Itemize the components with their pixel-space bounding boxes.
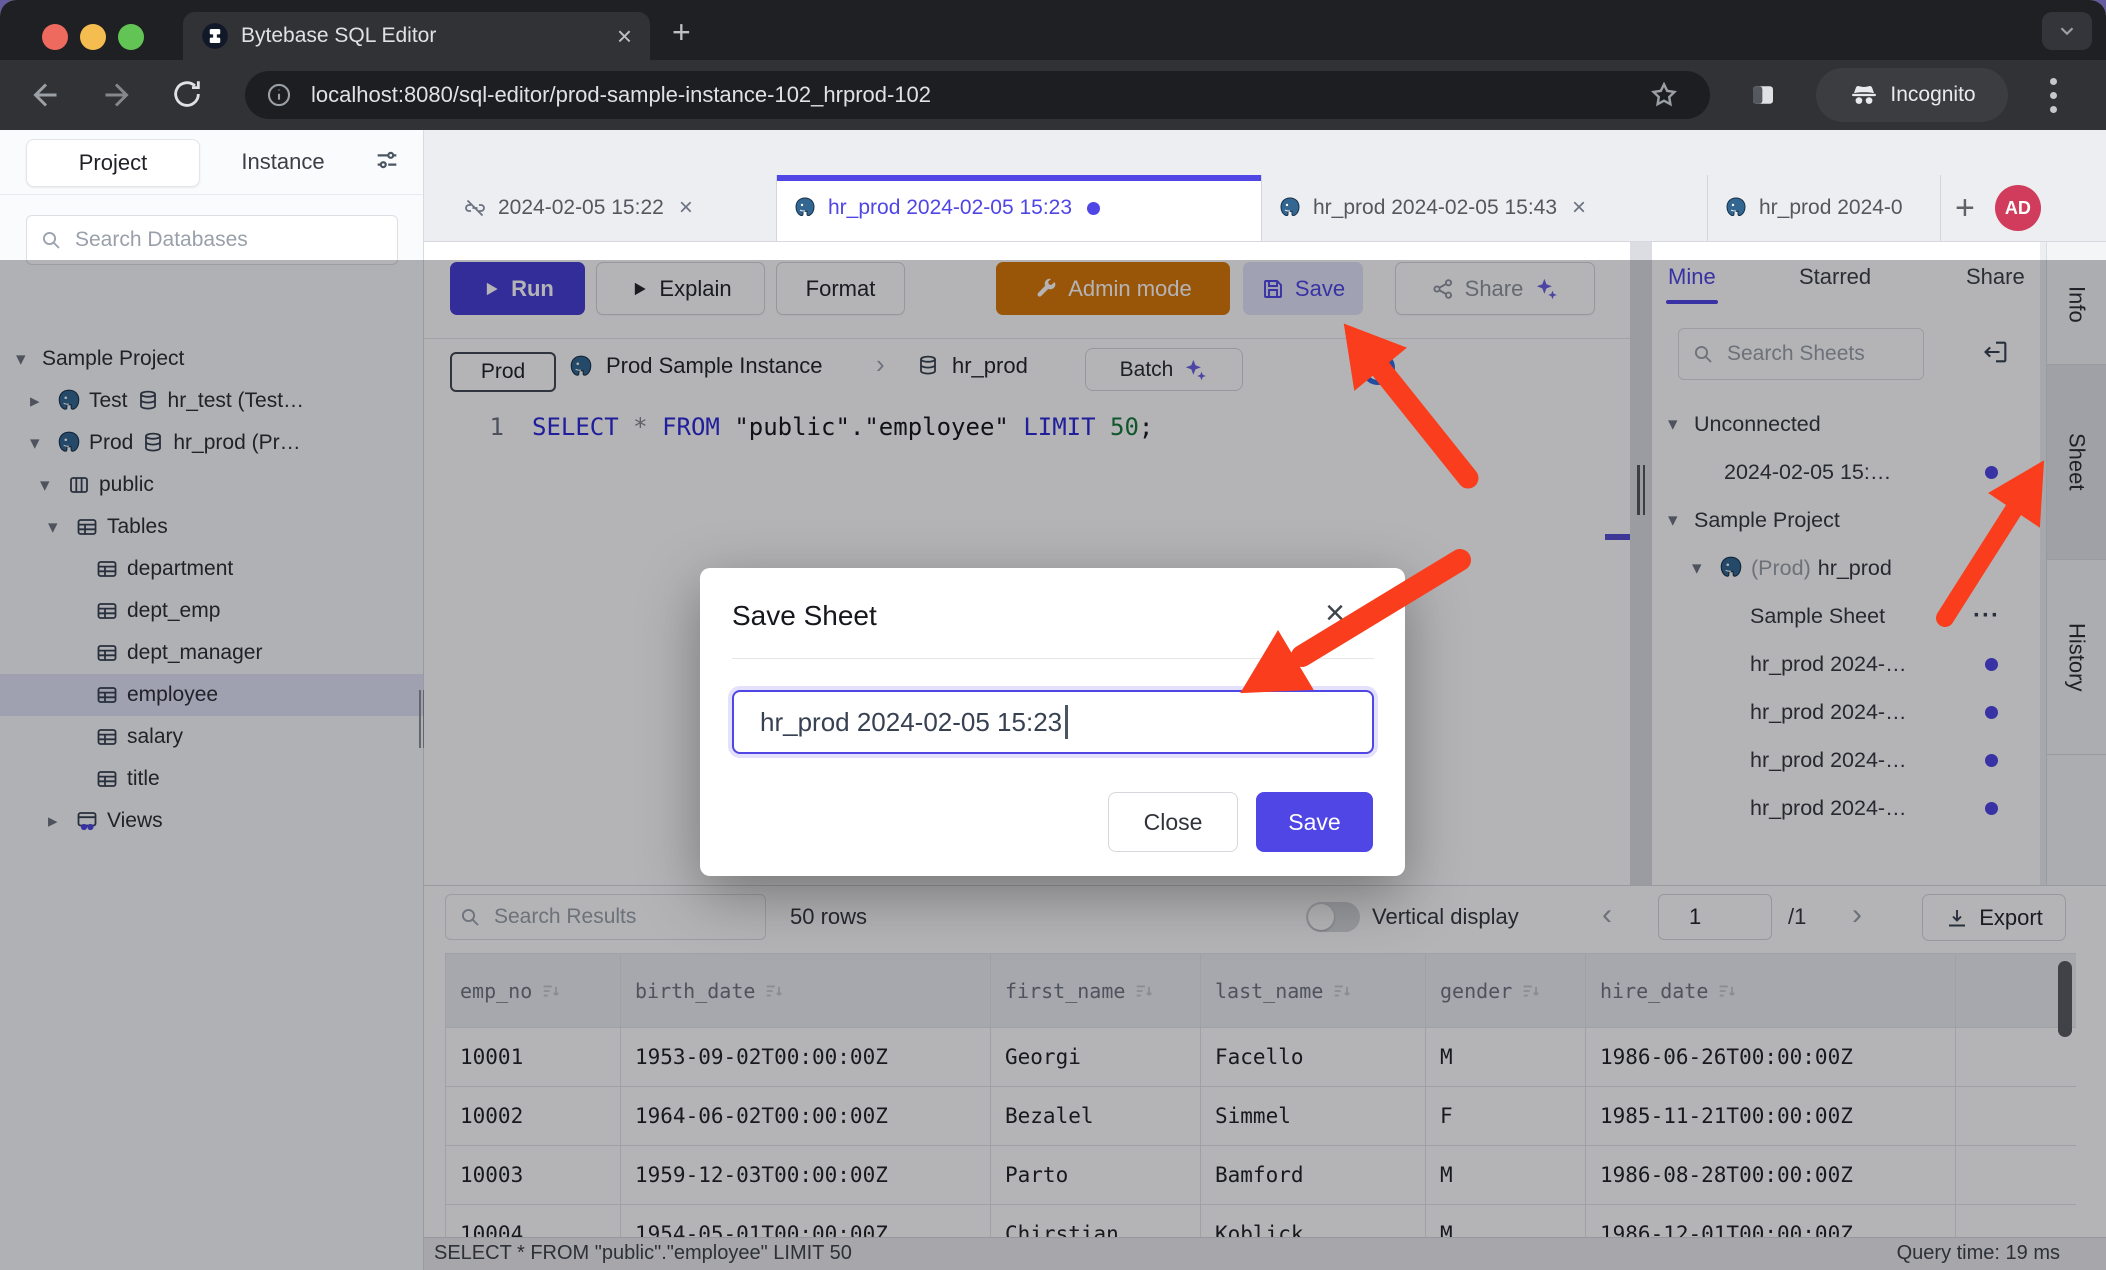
reload-button[interactable] (170, 77, 204, 116)
incognito-icon (1848, 79, 1880, 111)
incognito-label: Incognito (1890, 83, 1975, 107)
forward-arrow-icon (98, 77, 134, 113)
macos-minimize-button[interactable] (80, 24, 106, 50)
editor-tab-label: 2024-02-05 15:22 (498, 196, 664, 220)
dialog-close-icon[interactable]: × (1325, 594, 1345, 633)
side-panel-icon (1748, 80, 1778, 110)
editor-tab-label: hr_prod 2024-02-05 15:43 (1313, 196, 1557, 220)
user-avatar[interactable]: AD (1995, 185, 2041, 231)
tab-instance[interactable]: Instance (213, 139, 353, 185)
browser-chrome: Bytebase SQL Editor × + localhost:8080/s… (0, 0, 2106, 130)
sheet-name-value: hr_prod 2024-02-05 15:23 (760, 707, 1062, 738)
text-cursor (1065, 705, 1068, 739)
forward-button[interactable] (98, 77, 134, 118)
new-sheet-tab-button[interactable]: + (1941, 175, 1989, 241)
sidebar-filter-button[interactable] (373, 146, 401, 174)
tab-close-icon[interactable]: × (1572, 194, 1586, 222)
chevron-down-icon (2056, 20, 2078, 42)
dialog-divider (732, 658, 1374, 659)
browser-tab-close-icon[interactable]: × (617, 23, 632, 49)
editor-tab[interactable]: hr_prod 2024-02-05 15:43 × (1262, 175, 1708, 241)
macos-zoom-button[interactable] (118, 24, 144, 50)
pg-icon (1724, 196, 1748, 220)
linkoff-icon (463, 196, 487, 220)
pg-icon (1278, 196, 1302, 220)
bytebase-favicon (201, 22, 229, 50)
sheet-name-input[interactable]: hr_prod 2024-02-05 15:23 (732, 690, 1374, 754)
pg-icon (793, 196, 817, 220)
dialog-close-button[interactable]: Close (1108, 792, 1238, 852)
editor-tab-strip: 2024-02-05 15:22 × hr_prod 2024-02-05 15:2… (424, 175, 2106, 242)
database-search[interactable] (26, 215, 398, 265)
tab-close-icon[interactable]: × (679, 194, 693, 222)
star-icon (1648, 79, 1680, 111)
address-bar[interactable]: localhost:8080/sql-editor/prod-sample-in… (245, 71, 1710, 119)
browser-toolbar: localhost:8080/sql-editor/prod-sample-in… (0, 60, 2106, 130)
back-button[interactable] (28, 77, 64, 118)
editor-tab[interactable]: 2024-02-05 15:22 × (447, 175, 777, 241)
reload-icon (170, 77, 204, 111)
site-info-icon[interactable] (265, 81, 293, 109)
tab-project[interactable]: Project (26, 139, 200, 187)
editor-tab[interactable]: hr_prod 2024-02-05 15:23 (777, 175, 1262, 241)
editor-tab[interactable]: hr_prod 2024-0 (1708, 175, 1941, 241)
browser-menu-button[interactable] (2050, 78, 2058, 113)
dialog-save-button[interactable]: Save (1256, 792, 1373, 852)
browser-window: Bytebase SQL Editor × + localhost:8080/s… (0, 0, 2106, 1270)
side-panel-button[interactable] (1748, 80, 1778, 115)
screenshot-stage: Bytebase SQL Editor × + localhost:8080/s… (0, 0, 2106, 1270)
search-icon (39, 228, 63, 252)
editor-tab-label: hr_prod 2024-02-05 15:23 (828, 196, 1072, 220)
dialog-title: Save Sheet (732, 600, 877, 632)
bookmark-button[interactable] (1648, 79, 1680, 116)
browser-tab[interactable]: Bytebase SQL Editor × (183, 12, 650, 60)
editor-tab-label: hr_prod 2024-0 (1759, 196, 1903, 220)
database-search-input[interactable] (73, 227, 385, 253)
incognito-badge: Incognito (1816, 68, 2008, 122)
tab-search-chevron-button[interactable] (2042, 12, 2092, 50)
url-text: localhost:8080/sql-editor/prod-sample-in… (311, 82, 931, 108)
back-arrow-icon (28, 77, 64, 113)
unsaved-dot-icon (1087, 202, 1100, 215)
new-tab-button[interactable]: + (672, 14, 691, 51)
sidebar-header: Project Instance (0, 130, 423, 195)
browser-tab-title: Bytebase SQL Editor (241, 24, 605, 48)
macos-close-button[interactable] (42, 24, 68, 50)
save-sheet-dialog: Save Sheet × hr_prod 2024-02-05 15:23 Cl… (700, 568, 1405, 876)
